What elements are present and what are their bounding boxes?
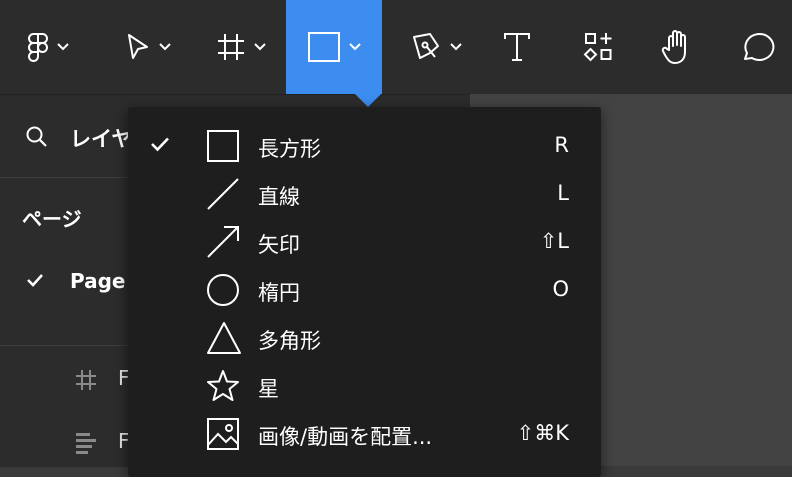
menu-item-shortcut: O: [552, 277, 569, 301]
triangle-icon: [207, 322, 241, 354]
shape-tool-button[interactable]: [286, 0, 382, 94]
menu-item-label: 多角形: [258, 329, 321, 353]
frame-tool-button[interactable]: [196, 0, 286, 94]
comment-bubble-icon: [744, 32, 775, 61]
chevron-down-icon: [158, 43, 171, 51]
menu-item-star[interactable]: 星: [128, 362, 601, 410]
shape-tool-menu: 長方形 R 直線 L 矢印 ⇧L 楕円 O 多角形 星 画像/動画を配置... …: [128, 107, 601, 477]
move-tool-button[interactable]: [100, 0, 195, 94]
menu-item-label: 直線: [258, 185, 300, 209]
checkmark-icon: [151, 137, 169, 152]
text-t-icon: [504, 33, 530, 61]
menu-item-shortcut: ⇧L: [539, 229, 569, 253]
layers-tab-label[interactable]: レイヤ: [70, 123, 132, 153]
cursor-arrow-icon: [127, 34, 148, 59]
menu-item-ellipse[interactable]: 楕円 O: [128, 266, 601, 314]
toolbar: [0, 0, 792, 94]
menu-item-shortcut: ⇧⌘K: [516, 421, 569, 445]
frame-hash-icon: [76, 370, 96, 390]
checkmark-icon: [27, 274, 43, 287]
hand-icon: [661, 30, 686, 64]
menu-item-label: 画像/動画を配置...: [258, 425, 433, 449]
chevron-down-icon: [450, 43, 462, 51]
figma-menu-button[interactable]: [0, 0, 95, 94]
hand-tool-button[interactable]: [650, 0, 704, 94]
menu-item-label: 長方形: [258, 137, 321, 161]
menu-item-label: 楕円: [258, 281, 300, 305]
line-icon: [207, 178, 239, 210]
rectangle-icon: [308, 32, 340, 62]
align-lines-icon: [76, 433, 96, 454]
chevron-down-icon: [349, 43, 361, 51]
menu-item-rectangle[interactable]: 長方形 R: [128, 122, 601, 170]
star-icon: [207, 370, 239, 401]
page-list-item[interactable]: Page: [70, 269, 126, 293]
menu-item-label: 星: [258, 377, 279, 401]
arrow-icon: [207, 226, 239, 258]
chevron-down-icon: [56, 43, 69, 51]
image-icon: [207, 418, 239, 450]
pages-heading: ページ: [22, 207, 82, 231]
menu-item-place-image[interactable]: 画像/動画を配置... ⇧⌘K: [128, 410, 601, 458]
pen-nib-icon: [413, 33, 439, 59]
frame-hash-icon: [218, 34, 244, 60]
chevron-down-icon: [254, 43, 266, 51]
components-icon: [583, 33, 612, 62]
menu-pointer: [355, 94, 381, 107]
menu-item-shortcut: R: [554, 133, 569, 157]
text-tool-button[interactable]: [490, 0, 544, 94]
resources-tool-button[interactable]: [572, 0, 626, 94]
menu-item-line[interactable]: 直線 L: [128, 170, 601, 218]
comment-tool-button[interactable]: [730, 0, 784, 94]
figma-logo-icon: [27, 33, 48, 62]
rectangle-icon: [207, 130, 239, 162]
pen-tool-button[interactable]: [392, 0, 480, 94]
menu-item-arrow[interactable]: 矢印 ⇧L: [128, 218, 601, 266]
menu-item-label: 矢印: [258, 233, 300, 257]
search-icon: [26, 126, 47, 147]
menu-item-shortcut: L: [557, 181, 569, 205]
ellipse-icon: [207, 274, 239, 306]
menu-item-polygon[interactable]: 多角形: [128, 314, 601, 362]
